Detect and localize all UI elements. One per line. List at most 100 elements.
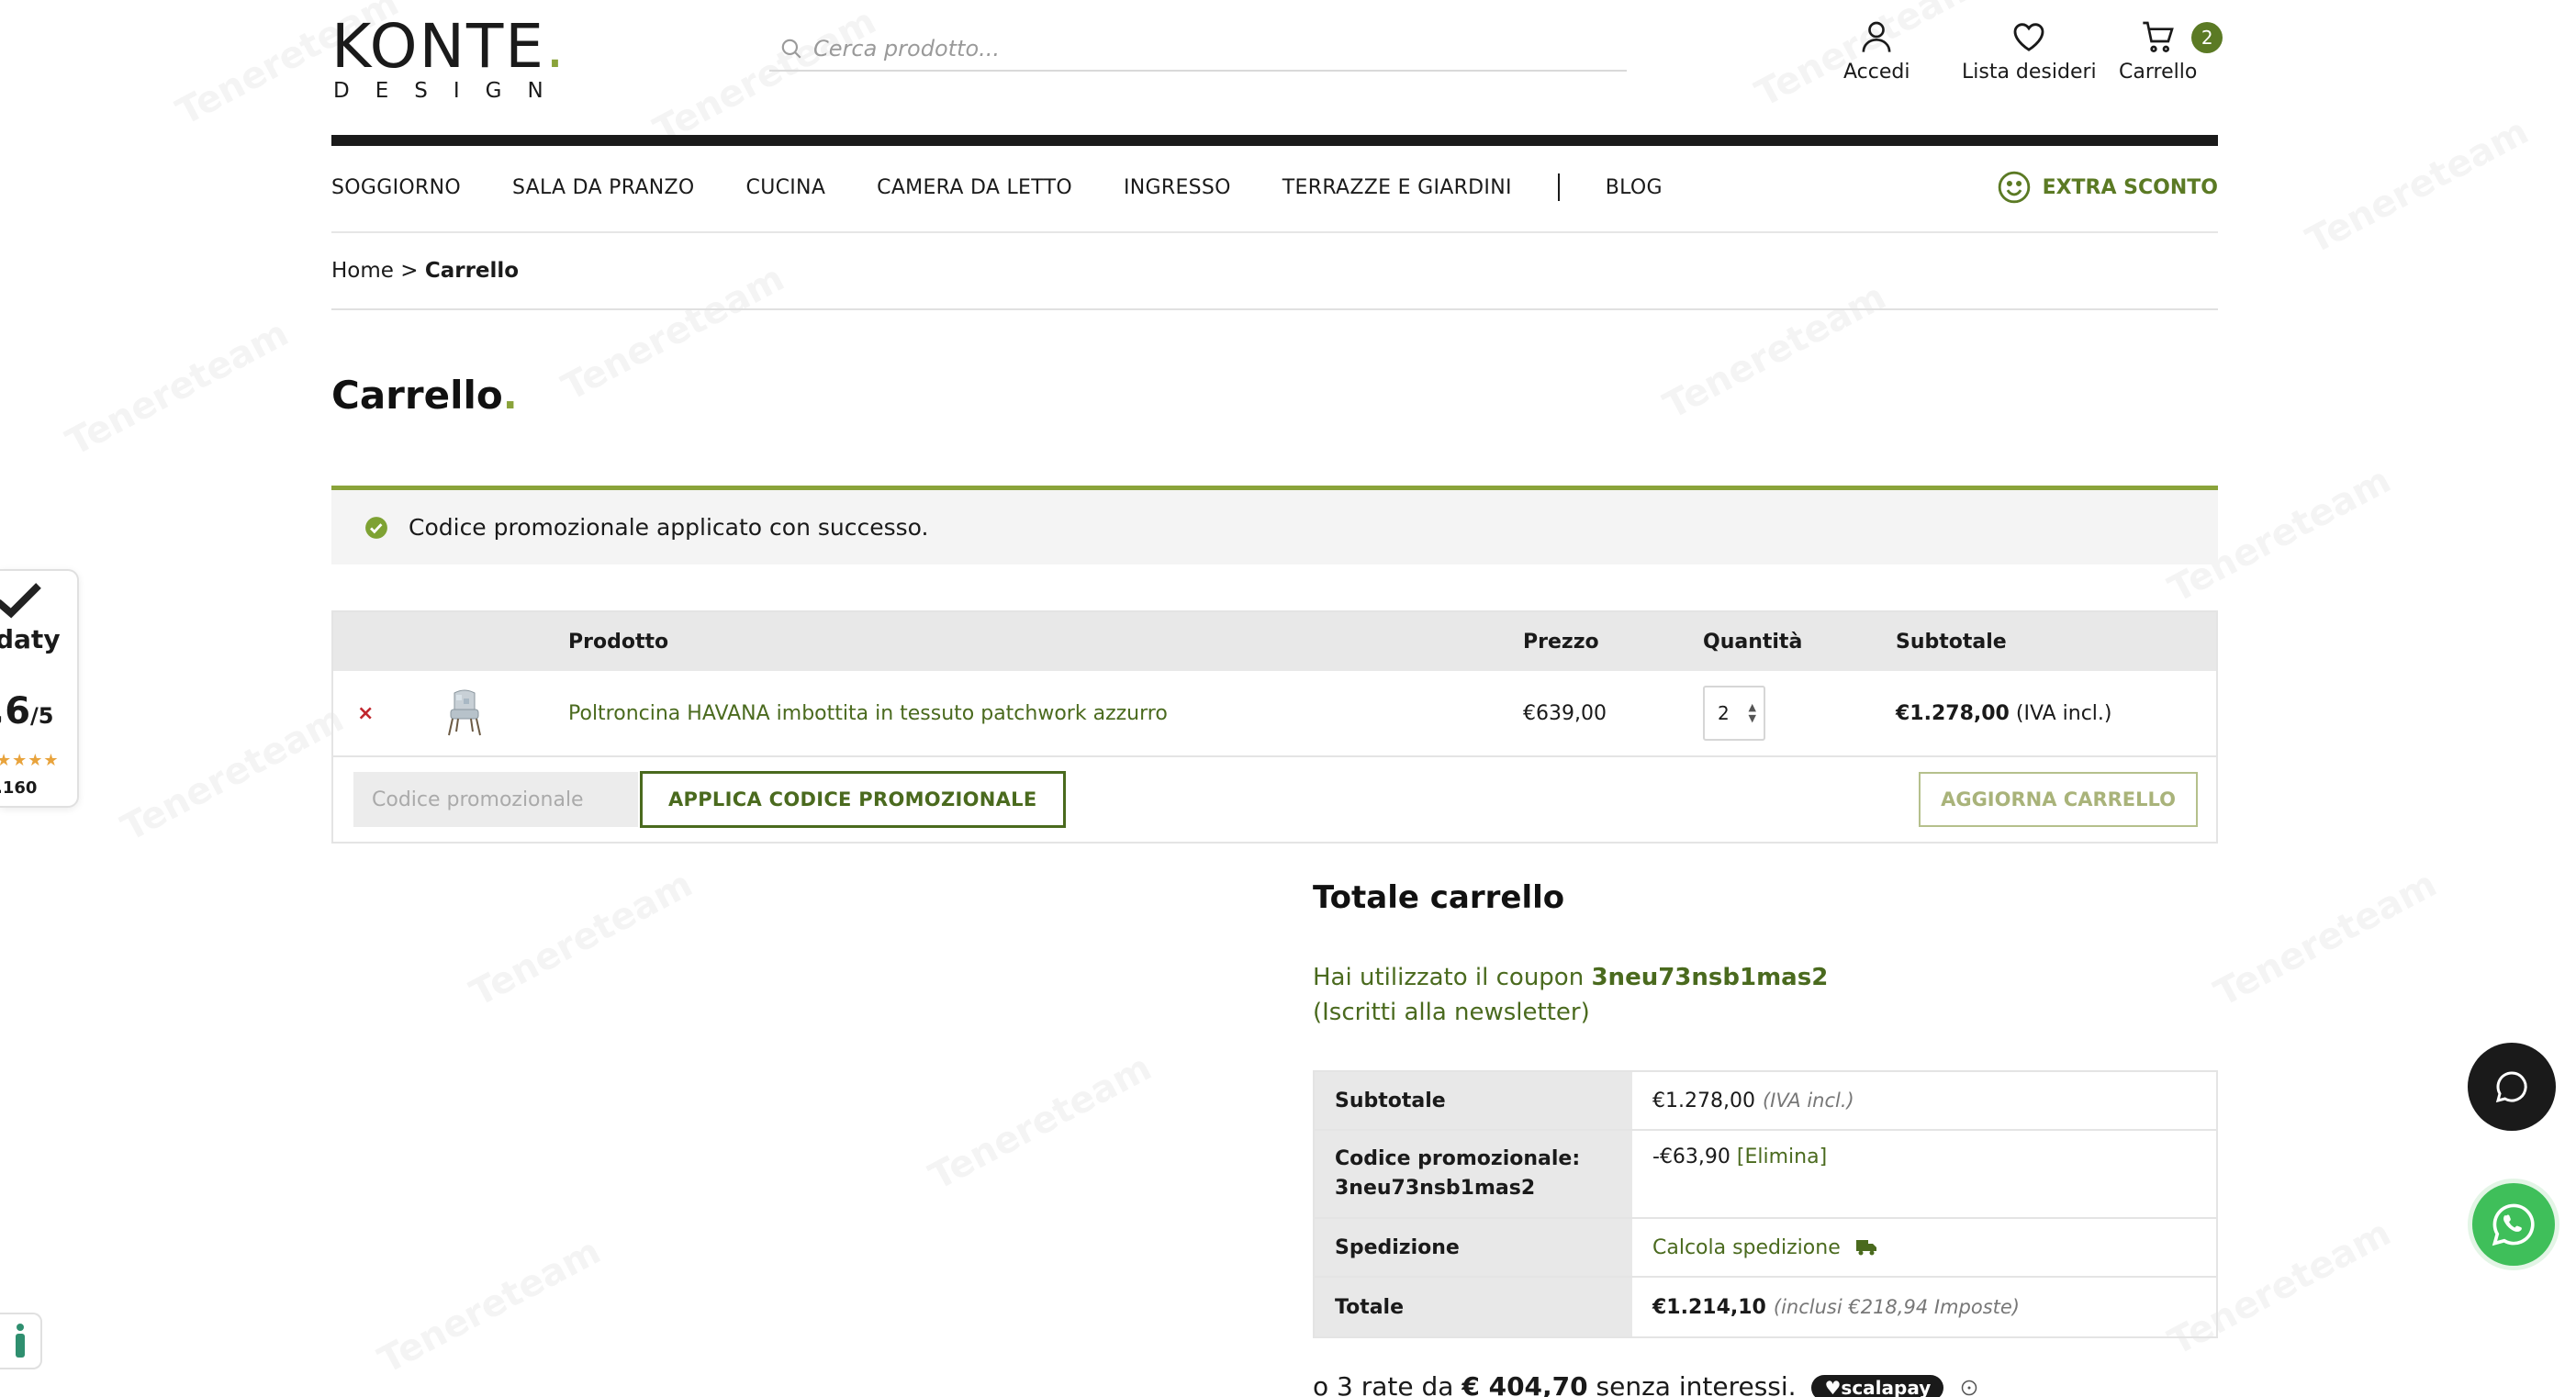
whatsapp-icon xyxy=(2492,1203,2535,1246)
truck-icon[interactable] xyxy=(1855,1237,1877,1257)
coupon-note-detail: (Iscritti alla newsletter) xyxy=(1313,999,1590,1026)
totals-shipping-cell: Calcola spedizione xyxy=(1632,1219,2216,1276)
nav-item-camera-da-letto[interactable]: CAMERA DA LETTO xyxy=(877,176,1072,199)
cart-icon xyxy=(2142,21,2174,53)
watermark-text: Tenereteam xyxy=(2208,863,2444,1015)
breadcrumb-separator: > xyxy=(393,259,425,283)
product-thumbnail[interactable] xyxy=(443,687,486,744)
page-title: Carrello. xyxy=(331,373,518,418)
trust-brand-name: edaty xyxy=(0,624,61,654)
trust-score-value: ,6 xyxy=(0,690,31,732)
wishlist-label: Lista desideri xyxy=(1962,61,2097,84)
trust-score: ,6/5 xyxy=(0,690,54,732)
extra-sconto-link[interactable]: EXTRA SCONTO xyxy=(1997,170,2218,205)
coupon-note-prefix: Hai utilizzato il coupon xyxy=(1313,964,1592,991)
cart-label: Carrello xyxy=(2119,61,2198,84)
wishlist-link[interactable]: Lista desideri xyxy=(1962,18,2097,84)
search-input[interactable] xyxy=(813,36,1603,61)
installments-info: o 3 rate da € 404,70 senza interessi. ♥s… xyxy=(1313,1371,1977,1397)
totals-promo-cell: -€63,90 [Elimina] xyxy=(1632,1131,2216,1217)
watermark-text: Tenereteam xyxy=(923,1046,1159,1199)
remove-item-button[interactable]: × xyxy=(357,702,374,725)
totals-total-note: (inclusi €218,94 Imposte) xyxy=(1773,1296,2020,1318)
header-divider-bar xyxy=(331,135,2218,146)
trust-rating-widget[interactable]: edaty ,6/5 ★★★★ .160 xyxy=(0,569,79,808)
totals-total-value: €1.214,10 xyxy=(1652,1295,1766,1319)
smiley-icon xyxy=(1998,171,2030,204)
breadcrumb-current: Carrello xyxy=(424,259,520,283)
breadcrumb-divider xyxy=(331,308,2218,310)
header-subtotal: Subtotale xyxy=(1896,630,2007,654)
logo-sub-text: DESIGN xyxy=(333,79,569,103)
breadcrumb-home[interactable]: Home xyxy=(331,259,394,283)
logo-dot: . xyxy=(545,11,566,82)
search-bar xyxy=(769,28,1627,72)
watermark-text: Tenereteam xyxy=(115,698,351,850)
chat-button[interactable] xyxy=(2468,1043,2556,1131)
page-title-dot: . xyxy=(502,373,518,418)
remove-coupon-link[interactable]: [Elimina] xyxy=(1737,1146,1827,1168)
product-name-link[interactable]: Poltroncina HAVANA imbottita in tessuto … xyxy=(568,702,1168,725)
nav-item-soggiorno[interactable]: SOGGIORNO xyxy=(331,176,461,199)
accessibility-icon xyxy=(16,1324,25,1358)
checkmark-icon xyxy=(0,583,41,619)
totals-subtotal-label: Subtotale xyxy=(1315,1072,1632,1129)
cart-link[interactable]: Carrello 2 xyxy=(2119,18,2223,84)
info-icon[interactable] xyxy=(1961,1380,1977,1396)
whatsapp-button[interactable] xyxy=(2468,1179,2559,1270)
cart-item-row: × Poltroncina HAVANA imbottita in tessut… xyxy=(333,671,2216,757)
totals-subtotal-note: (IVA incl.) xyxy=(1762,1090,1854,1112)
header-product: Prodotto xyxy=(568,630,669,654)
trust-review-count: .160 xyxy=(0,778,38,798)
nav-item-sala-da-pranzo[interactable]: SALA DA PRANZO xyxy=(512,176,695,199)
cart-totals-title: Totale carrello xyxy=(1313,879,1565,916)
quantity-arrows-icon[interactable]: ▲ ▼ xyxy=(1749,702,1756,724)
site-logo[interactable]: KONTE. DESIGN xyxy=(331,17,569,104)
coupon-code-input[interactable] xyxy=(353,772,638,827)
totals-row-subtotal: Subtotale €1.278,00 (IVA incl.) xyxy=(1315,1072,2216,1131)
totals-row-promo: Codice promozionale: 3neu73nsb1mas2 -€63… xyxy=(1315,1131,2216,1219)
apply-coupon-button[interactable]: APPLICA CODICE PROMOZIONALE xyxy=(640,771,1066,828)
cart-table: Prodotto Prezzo Quantità Subtotale × Pol… xyxy=(331,610,2218,844)
nav-item-ingresso[interactable]: INGRESSO xyxy=(1124,176,1231,199)
totals-promo-label-line2: 3neu73nsb1mas2 xyxy=(1335,1177,1536,1200)
check-circle-icon xyxy=(365,516,387,539)
product-price: €639,00 xyxy=(1523,701,1607,725)
product-subtotal: €1.278,00 (IVA incl.) xyxy=(1896,702,2111,725)
update-cart-button[interactable]: AGGIORNA CARRELLO xyxy=(1919,772,2198,827)
totals-total-cell: €1.214,10 (inclusi €218,94 Imposte) xyxy=(1632,1278,2216,1336)
product-subtotal-value: €1.278,00 xyxy=(1896,701,2010,725)
watermark-text: Tenereteam xyxy=(555,257,791,409)
nav-divider xyxy=(331,231,2218,233)
installments-suffix: senza interessi. xyxy=(1587,1371,1797,1397)
account-link[interactable]: Accedi xyxy=(1843,18,1910,84)
calculate-shipping-link[interactable]: Calcola spedizione xyxy=(1652,1236,1841,1259)
header-price: Prezzo xyxy=(1523,630,1599,654)
totals-promo-value: -€63,90 xyxy=(1652,1146,1730,1168)
heart-icon xyxy=(2013,23,2044,51)
totals-promo-label: Codice promozionale: 3neu73nsb1mas2 xyxy=(1315,1131,1632,1217)
nav-item-terrazze-e-giardini[interactable]: TERRAZZE E GIARDINI xyxy=(1282,176,1512,199)
quantity-stepper[interactable]: 2 ▲ ▼ xyxy=(1703,686,1765,741)
success-notice: Codice promozionale applicato con succes… xyxy=(331,486,2218,564)
search-icon[interactable] xyxy=(769,37,813,61)
accessibility-button[interactable] xyxy=(0,1313,42,1369)
extra-sconto-label: EXTRA SCONTO xyxy=(2042,175,2218,199)
nav-item-blog[interactable]: BLOG xyxy=(1606,176,1663,199)
watermark-text: Tenereteam xyxy=(2300,110,2536,263)
header-quantity: Quantità xyxy=(1703,630,1803,654)
page-title-text: Carrello xyxy=(331,373,503,418)
installments-amount: € 404,70 xyxy=(1462,1371,1588,1397)
coupon-note-code: 3neu73nsb1mas2 xyxy=(1591,964,1829,991)
totals-subtotal-value: €1.278,00 xyxy=(1652,1089,1755,1112)
watermark-text: Tenereteam xyxy=(372,1230,608,1382)
totals-promo-label-line1: Codice promozionale: xyxy=(1335,1147,1581,1170)
cart-table-header: Prodotto Prezzo Quantità Subtotale xyxy=(333,612,2216,671)
watermark-text: Tenereteam xyxy=(647,0,883,152)
product-subtotal-note: (IVA incl.) xyxy=(2015,701,2112,725)
logo-main-text: KONTE xyxy=(331,11,546,82)
totals-row-total: Totale €1.214,10 (inclusi €218,94 Imposte… xyxy=(1315,1278,2216,1336)
nav-item-cucina[interactable]: CUCINA xyxy=(746,176,826,199)
cart-count-badge: 2 xyxy=(2191,22,2223,53)
cart-totals-table: Subtotale €1.278,00 (IVA incl.) Codice pr… xyxy=(1313,1070,2218,1338)
